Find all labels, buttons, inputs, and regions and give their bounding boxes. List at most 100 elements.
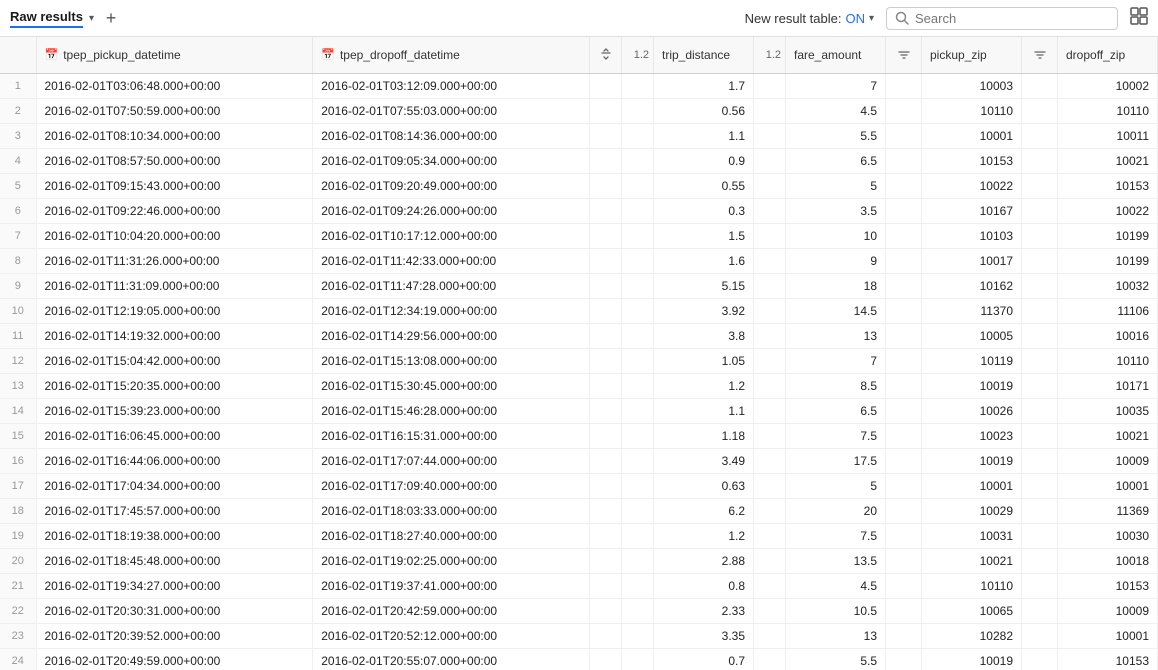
fare-amount: 5 bbox=[786, 173, 886, 198]
new-result-label: New result table: bbox=[745, 11, 842, 26]
sort3-empty bbox=[1022, 198, 1058, 223]
sort2-empty bbox=[886, 198, 922, 223]
sort-empty bbox=[590, 273, 622, 298]
sort-empty bbox=[590, 323, 622, 348]
table-row: 232016-02-01T20:39:52.000+00:002016-02-0… bbox=[0, 623, 1158, 648]
col-header-sort-action[interactable] bbox=[590, 37, 622, 73]
sort-empty bbox=[590, 173, 622, 198]
pickup-datetime: 2016-02-01T19:34:27.000+00:00 bbox=[36, 573, 313, 598]
sort3-empty bbox=[1022, 298, 1058, 323]
col-header-trip-distance[interactable]: trip_distance bbox=[654, 37, 754, 73]
dropoff-datetime: 2016-02-01T15:30:45.000+00:00 bbox=[313, 373, 590, 398]
col-header-fare-amount[interactable]: fare_amount bbox=[786, 37, 886, 73]
col-header-dropoff-zip[interactable]: dropoff_zip bbox=[1058, 37, 1158, 73]
pickup-datetime: 2016-02-01T10:04:20.000+00:00 bbox=[36, 223, 313, 248]
col12b-empty bbox=[754, 623, 786, 648]
tab-raw-results[interactable]: Raw results bbox=[10, 9, 83, 28]
sort-empty bbox=[590, 548, 622, 573]
sort2-empty bbox=[886, 473, 922, 498]
fare-amount: 13.5 bbox=[786, 548, 886, 573]
sort3-empty bbox=[1022, 398, 1058, 423]
table-row: 112016-02-01T14:19:32.000+00:002016-02-0… bbox=[0, 323, 1158, 348]
col-header-pickup-datetime[interactable]: 📅 tpep_pickup_datetime bbox=[36, 37, 313, 73]
search-input[interactable] bbox=[915, 11, 1109, 26]
fare-amount: 5.5 bbox=[786, 648, 886, 670]
trip-distance: 6.2 bbox=[654, 498, 754, 523]
sort-empty bbox=[590, 523, 622, 548]
new-result-table-toggle[interactable]: New result table: ON ▾ bbox=[745, 11, 874, 26]
sort3-empty bbox=[1022, 148, 1058, 173]
row-number: 5 bbox=[0, 173, 36, 198]
dropoff-zip: 10032 bbox=[1058, 273, 1158, 298]
dropoff-datetime: 2016-02-01T20:52:12.000+00:00 bbox=[313, 623, 590, 648]
sort-empty bbox=[590, 623, 622, 648]
col-header-sort2[interactable] bbox=[886, 37, 922, 73]
col-header-sort3[interactable] bbox=[1022, 37, 1058, 73]
sort-empty bbox=[590, 448, 622, 473]
sort-empty bbox=[590, 223, 622, 248]
sort3-empty bbox=[1022, 523, 1058, 548]
fare-amount: 9 bbox=[786, 248, 886, 273]
calendar-icon: 📅 bbox=[45, 48, 59, 61]
pickup-datetime: 2016-02-01T20:39:52.000+00:00 bbox=[36, 623, 313, 648]
col12b-empty bbox=[754, 548, 786, 573]
col-header-12b[interactable]: 1.2 bbox=[754, 37, 786, 73]
sort-empty bbox=[590, 348, 622, 373]
add-tab-button[interactable]: + bbox=[100, 7, 122, 29]
fare-amount: 7.5 bbox=[786, 523, 886, 548]
col12a-empty bbox=[622, 323, 654, 348]
trip-distance: 2.88 bbox=[654, 548, 754, 573]
col12a-empty bbox=[622, 623, 654, 648]
col12a-empty bbox=[622, 223, 654, 248]
sort2-empty bbox=[886, 448, 922, 473]
col12b-empty bbox=[754, 573, 786, 598]
sort2-empty bbox=[886, 123, 922, 148]
col12b-empty bbox=[754, 373, 786, 398]
col12b-empty bbox=[754, 248, 786, 273]
row-number: 22 bbox=[0, 598, 36, 623]
col12b-empty bbox=[754, 448, 786, 473]
layout-button[interactable] bbox=[1130, 7, 1148, 30]
table-row: 52016-02-01T09:15:43.000+00:002016-02-01… bbox=[0, 173, 1158, 198]
pickup-datetime: 2016-02-01T08:57:50.000+00:00 bbox=[36, 148, 313, 173]
pickup-datetime: 2016-02-01T18:19:38.000+00:00 bbox=[36, 523, 313, 548]
table-container: 📅 tpep_pickup_datetime 📅 tpep_dropoff_da… bbox=[0, 37, 1158, 670]
dropoff-datetime: 2016-02-01T16:15:31.000+00:00 bbox=[313, 423, 590, 448]
dropoff-zip: 11369 bbox=[1058, 498, 1158, 523]
fare-amount: 6.5 bbox=[786, 148, 886, 173]
tab-dropdown-icon[interactable]: ▾ bbox=[89, 13, 94, 24]
sort2-empty bbox=[886, 623, 922, 648]
col-header-12a[interactable]: 1.2 bbox=[622, 37, 654, 73]
table-row: 242016-02-01T20:49:59.000+00:002016-02-0… bbox=[0, 648, 1158, 670]
pickup-zip: 10001 bbox=[922, 123, 1022, 148]
sort-empty bbox=[590, 298, 622, 323]
dropoff-zip: 10001 bbox=[1058, 623, 1158, 648]
col12b-empty bbox=[754, 423, 786, 448]
dropoff-datetime: 2016-02-01T07:55:03.000+00:00 bbox=[313, 98, 590, 123]
sort-empty bbox=[590, 398, 622, 423]
dropoff-zip: 10011 bbox=[1058, 123, 1158, 148]
table-row: 102016-02-01T12:19:05.000+00:002016-02-0… bbox=[0, 298, 1158, 323]
fare-amount: 18 bbox=[786, 273, 886, 298]
dropoff-datetime: 2016-02-01T11:42:33.000+00:00 bbox=[313, 248, 590, 273]
table-row: 222016-02-01T20:30:31.000+00:002016-02-0… bbox=[0, 598, 1158, 623]
table-row: 202016-02-01T18:45:48.000+00:002016-02-0… bbox=[0, 548, 1158, 573]
pickup-datetime: 2016-02-01T18:45:48.000+00:00 bbox=[36, 548, 313, 573]
table-row: 172016-02-01T17:04:34.000+00:002016-02-0… bbox=[0, 473, 1158, 498]
pickup-zip: 10005 bbox=[922, 323, 1022, 348]
col12b-empty bbox=[754, 398, 786, 423]
trip-distance: 3.8 bbox=[654, 323, 754, 348]
toggle-dropdown-icon[interactable]: ▾ bbox=[869, 13, 874, 24]
table-row: 82016-02-01T11:31:26.000+00:002016-02-01… bbox=[0, 248, 1158, 273]
trip-distance: 1.1 bbox=[654, 123, 754, 148]
col12a-empty bbox=[622, 573, 654, 598]
pickup-datetime: 2016-02-01T11:31:26.000+00:00 bbox=[36, 248, 313, 273]
pickup-zip: 10023 bbox=[922, 423, 1022, 448]
col-header-dropoff-datetime[interactable]: 📅 tpep_dropoff_datetime bbox=[313, 37, 590, 73]
data-table: 📅 tpep_pickup_datetime 📅 tpep_dropoff_da… bbox=[0, 37, 1158, 670]
table-row: 132016-02-01T15:20:35.000+00:002016-02-0… bbox=[0, 373, 1158, 398]
col-header-pickup-zip[interactable]: pickup_zip bbox=[922, 37, 1022, 73]
col12a-empty bbox=[622, 98, 654, 123]
sort3-empty bbox=[1022, 573, 1058, 598]
dropoff-zip: 10030 bbox=[1058, 523, 1158, 548]
